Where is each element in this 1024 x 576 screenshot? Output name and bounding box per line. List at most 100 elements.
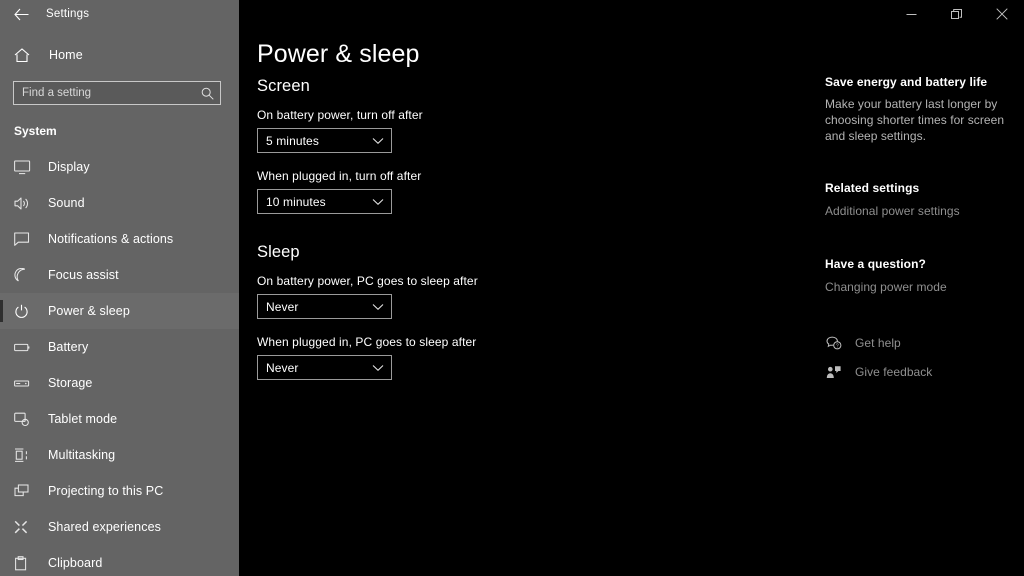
shared-icon: [14, 520, 34, 535]
chevron-down-icon: [372, 196, 384, 208]
sidebar-item-power-sleep-label: Power & sleep: [48, 304, 130, 318]
section-screen-heading: Screen: [257, 77, 310, 95]
sidebar-item-focus-assist-label: Focus assist: [48, 268, 119, 282]
sidebar-item-power-sleep[interactable]: Power & sleep: [0, 293, 239, 329]
sidebar-item-tablet-mode[interactable]: Tablet mode: [0, 401, 239, 437]
sidebar-item-multitasking[interactable]: Multitasking: [0, 437, 239, 473]
sleep-battery-value: Never: [266, 299, 299, 314]
sidebar-item-storage[interactable]: Storage: [0, 365, 239, 401]
settings-column: Screen On battery power, turn off after …: [257, 77, 797, 380]
section-screen: Screen On battery power, turn off after …: [257, 77, 797, 214]
chevron-down-icon: [372, 301, 384, 313]
sidebar-item-storage-label: Storage: [48, 376, 93, 390]
aside-panel: Save energy and battery life Make your b…: [825, 75, 1010, 390]
sidebar-item-notifications[interactable]: Notifications & actions: [0, 221, 239, 257]
multitasking-icon: [14, 447, 34, 463]
monitor-icon: [14, 159, 34, 175]
field-sleep-plugged-label: When plugged in, PC goes to sleep after: [257, 335, 477, 349]
aside-question-heading: Have a question?: [825, 257, 926, 271]
screen-plugged-value: 10 minutes: [266, 194, 326, 209]
sidebar-item-home[interactable]: Home: [0, 38, 239, 72]
back-button[interactable]: [0, 0, 42, 28]
link-get-help-label: Get help: [855, 336, 901, 350]
field-sleep-battery: On battery power, PC goes to sleep after…: [257, 274, 797, 319]
power-icon: [14, 304, 34, 319]
sidebar-item-display-label: Display: [48, 160, 90, 174]
link-give-feedback-label: Give feedback: [855, 365, 933, 379]
window-controls: [239, 0, 1024, 28]
sidebar-item-tablet-mode-label: Tablet mode: [48, 412, 118, 426]
minimize-icon: [906, 9, 917, 20]
notification-icon: [14, 231, 34, 247]
field-screen-battery-label: On battery power, turn off after: [257, 108, 423, 122]
sidebar-item-sound[interactable]: Sound: [0, 185, 239, 221]
screen-battery-value: 5 minutes: [266, 133, 319, 148]
title-bar: Settings: [0, 0, 1024, 28]
sidebar-item-home-label: Home: [49, 48, 83, 62]
page-title: Power & sleep: [257, 40, 420, 68]
sidebar-item-display[interactable]: Display: [0, 149, 239, 185]
sidebar-item-projecting[interactable]: Projecting to this PC: [0, 473, 239, 509]
aside-tip: Save energy and battery life Make your b…: [825, 75, 1010, 144]
field-sleep-plugged: When plugged in, PC goes to sleep after …: [257, 335, 797, 380]
minimize-button[interactable]: [889, 0, 934, 28]
field-screen-plugged-label: When plugged in, turn off after: [257, 169, 422, 183]
aside-related-heading: Related settings: [825, 181, 920, 195]
content-area: Power & sleep Screen On battery power, t…: [239, 28, 1024, 576]
field-sleep-battery-label: On battery power, PC goes to sleep after: [257, 274, 478, 288]
sidebar-item-clipboard[interactable]: Clipboard: [0, 545, 239, 576]
give-feedback-icon: [825, 365, 843, 379]
moon-icon: [14, 267, 34, 283]
settings-window: Settings Home Find a setting System Disp…: [0, 0, 1024, 576]
sidebar-item-battery[interactable]: Battery: [0, 329, 239, 365]
maximize-restore-icon: [951, 8, 962, 20]
search-input[interactable]: [22, 87, 201, 99]
link-changing-power-mode[interactable]: Changing power mode: [825, 280, 1010, 294]
sidebar-item-notifications-label: Notifications & actions: [48, 232, 174, 246]
tablet-icon: [14, 412, 34, 427]
sidebar-group-title: System: [14, 124, 57, 138]
maximize-button[interactable]: [934, 0, 979, 28]
app-title: Settings: [46, 8, 90, 20]
battery-icon: [14, 340, 34, 355]
get-help-icon: ?: [825, 336, 843, 350]
close-icon: [995, 8, 1008, 20]
screen-plugged-dropdown[interactable]: 10 minutes: [257, 189, 392, 214]
sidebar-item-projecting-label: Projecting to this PC: [48, 484, 164, 498]
sidebar: Home System: [0, 0, 239, 576]
section-sleep: Sleep On battery power, PC goes to sleep…: [257, 243, 797, 380]
sleep-battery-dropdown[interactable]: Never: [257, 294, 392, 319]
chevron-down-icon: [372, 362, 384, 374]
sidebar-item-focus-assist[interactable]: Focus assist: [0, 257, 239, 293]
link-give-feedback[interactable]: Give feedback: [825, 361, 1010, 383]
svg-text:?: ?: [836, 344, 839, 350]
back-arrow-icon: [13, 8, 29, 21]
sidebar-item-clipboard-label: Clipboard: [48, 556, 103, 570]
chevron-down-icon: [372, 135, 384, 147]
field-screen-plugged: When plugged in, turn off after 10 minut…: [257, 169, 797, 214]
home-icon: [14, 47, 36, 63]
aside-support: ? Get help Give feedback: [825, 332, 1010, 383]
close-button[interactable]: [979, 0, 1024, 28]
sidebar-item-battery-label: Battery: [48, 340, 89, 354]
sleep-plugged-dropdown[interactable]: Never: [257, 355, 392, 380]
screen-battery-dropdown[interactable]: 5 minutes: [257, 128, 392, 153]
search-box[interactable]: [13, 81, 221, 105]
sidebar-item-shared-experiences-label: Shared experiences: [48, 520, 161, 534]
projecting-icon: [14, 483, 34, 499]
link-get-help[interactable]: ? Get help: [825, 332, 1010, 354]
speaker-icon: [14, 196, 34, 211]
field-screen-battery: On battery power, turn off after 5 minut…: [257, 108, 797, 153]
aside-tip-heading: Save energy and battery life: [825, 75, 988, 89]
sidebar-nav-list: Display Sound Notifications & actions Fo…: [0, 149, 239, 576]
aside-question: Have a question? Changing power mode: [825, 257, 1010, 294]
storage-icon: [14, 376, 34, 391]
sleep-plugged-value: Never: [266, 360, 299, 375]
aside-tip-body: Make your battery last longer by choosin…: [825, 97, 1005, 143]
link-additional-power-settings[interactable]: Additional power settings: [825, 204, 1010, 218]
sidebar-item-sound-label: Sound: [48, 196, 85, 210]
title-bar-left: Settings: [0, 0, 239, 28]
section-sleep-heading: Sleep: [257, 243, 300, 261]
search-icon: [201, 87, 214, 100]
sidebar-item-shared-experiences[interactable]: Shared experiences: [0, 509, 239, 545]
